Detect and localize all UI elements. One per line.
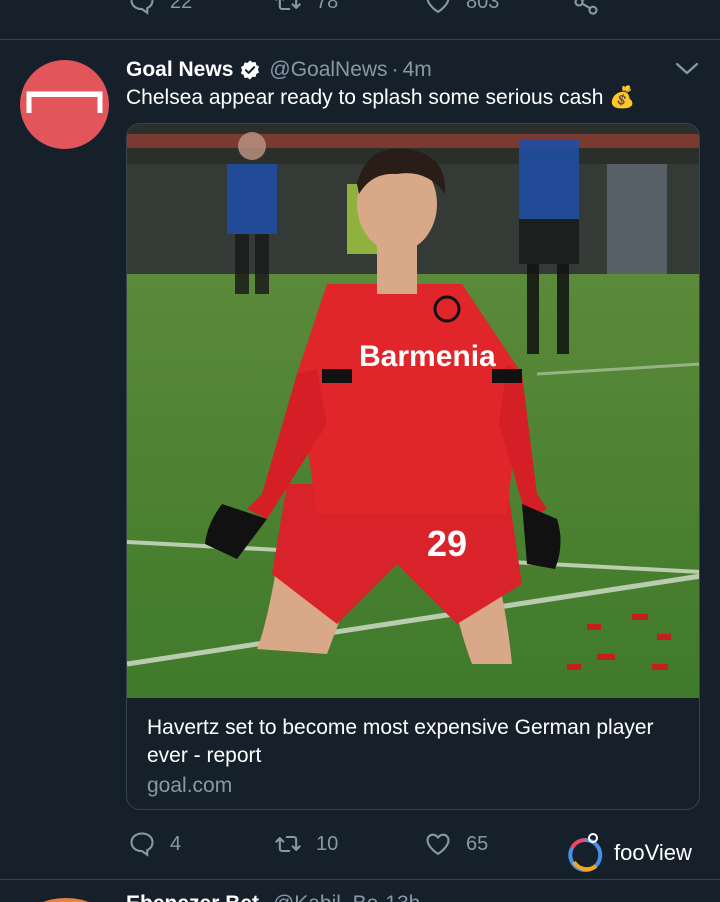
retweet-button[interactable]: 78 — [274, 0, 338, 16]
retweet-icon — [275, 835, 301, 853]
timestamp[interactable]: 4m — [403, 58, 432, 82]
reply-icon — [130, 0, 154, 15]
goal-logo-icon — [26, 91, 103, 113]
handle[interactable]: @Kabil_Be·13h — [273, 892, 420, 902]
avatar[interactable] — [20, 60, 109, 149]
jersey-sponsor: Barmenia — [359, 340, 496, 373]
previous-tweet-actions: 22 78 803 — [0, 0, 720, 26]
like-button[interactable]: 65 — [424, 830, 488, 858]
reply-button[interactable]: 22 — [128, 0, 192, 16]
like-count: 803 — [466, 0, 500, 13]
timeline: 22 78 803 Goal News @GoalNews · 4m Chels… — [0, 0, 720, 902]
verified-badge-icon — [241, 60, 260, 80]
heart-icon — [426, 0, 450, 13]
chevron-down-icon[interactable] — [674, 58, 700, 80]
retweet-count: 78 — [316, 0, 339, 13]
avatar[interactable] — [28, 898, 104, 902]
tweet-text: Chelsea appear ready to splash some seri… — [126, 86, 636, 109]
header-separator: · — [391, 58, 399, 81]
fooview-logo-icon — [568, 833, 603, 872]
reply-count: 4 — [170, 832, 182, 855]
reply-button[interactable]: 4 — [128, 830, 181, 858]
like-button[interactable]: 803 — [424, 0, 499, 16]
next-tweet[interactable]: Ebenezer Bet @Kabil_Be·13h — [0, 880, 720, 902]
tweet-header: Ebenezer Bet @Kabil_Be·13h — [126, 892, 420, 902]
display-name[interactable]: Ebenezer Bet — [126, 892, 259, 902]
fooview-watermark: fooView — [566, 832, 692, 874]
retweet-button[interactable]: 10 — [274, 830, 338, 858]
jersey-number: 29 — [427, 523, 467, 564]
share-icon — [574, 0, 598, 15]
watermark-text: fooView — [614, 840, 692, 865]
share-button[interactable] — [572, 0, 600, 16]
reply-count: 22 — [170, 0, 193, 13]
card-domain: goal.com — [147, 774, 233, 797]
heart-icon — [426, 833, 450, 855]
display-name[interactable]: Goal News — [126, 58, 233, 82]
retweet-count: 10 — [316, 832, 339, 855]
tweet-header: Goal News @GoalNews · 4m — [126, 56, 432, 84]
card-image: Barmenia 29 — [127, 124, 699, 698]
like-count: 65 — [466, 832, 489, 855]
retweet-icon — [275, 0, 301, 11]
handle[interactable]: @GoalNews — [269, 58, 387, 82]
reply-icon — [130, 832, 154, 857]
tweet-divider — [0, 39, 720, 40]
link-card[interactable]: Barmenia 29 Havertz set to become most e… — [126, 123, 700, 810]
card-title: Havertz set to become most expensive Ger… — [147, 716, 654, 767]
